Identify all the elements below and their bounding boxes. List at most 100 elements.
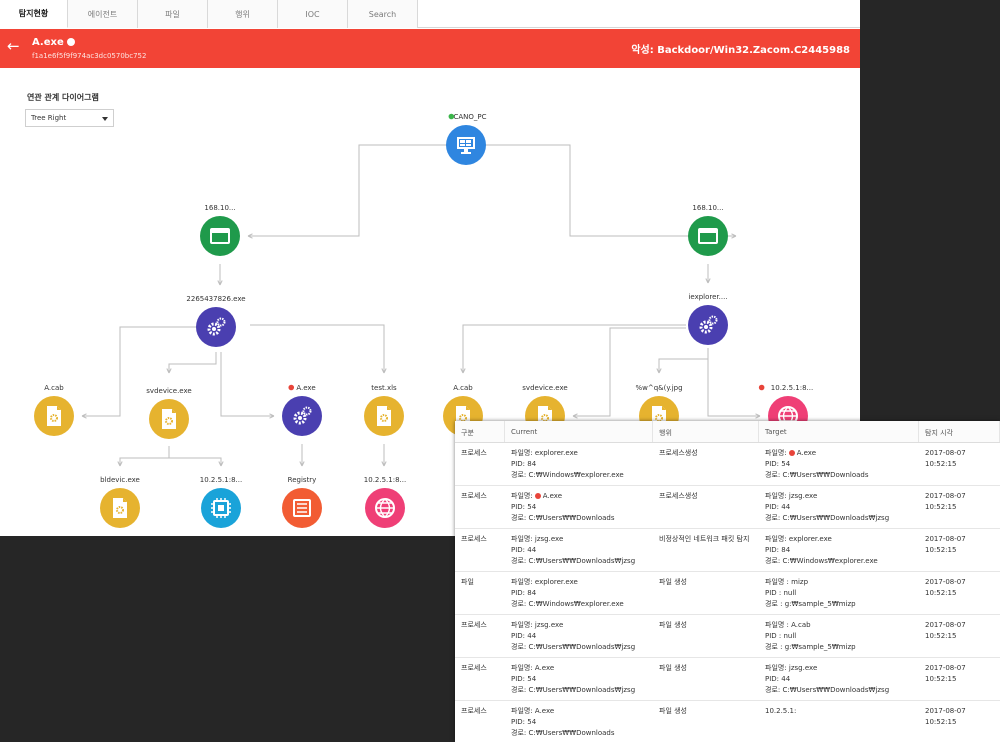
file-gear-icon bbox=[47, 406, 61, 426]
column-header-action[interactable]: 행위 bbox=[653, 421, 759, 442]
cell-current: 파일명: A.exe PID: 54 경로: C:₩Users₩₩Downloads bbox=[505, 486, 653, 528]
cell-action: 프로세스생성 bbox=[659, 492, 698, 500]
node-label: Registry bbox=[288, 476, 317, 484]
back-arrow-icon[interactable]: ← bbox=[7, 37, 20, 55]
cell-line: 파일명: jzsg.exe bbox=[511, 535, 564, 543]
tab-file[interactable]: 파일 bbox=[138, 0, 208, 28]
cell-line: PID: 54 bbox=[765, 460, 791, 468]
node-label: 168.10... bbox=[204, 204, 235, 212]
table-row[interactable]: 프로세스 파일명: A.exe PID: 54 경로: C:₩Users₩₩Downlo… bbox=[455, 486, 1000, 529]
tab-ioc[interactable]: IOC bbox=[278, 0, 348, 28]
table-row[interactable]: 파일 파일명: explorer.exe PID: 84 경로: C:₩Windows… bbox=[455, 572, 1000, 615]
diagram-node-f1[interactable] bbox=[34, 396, 74, 436]
cell-time: 2017-08-07 10:52:15 bbox=[925, 664, 966, 683]
file-gear-icon bbox=[113, 498, 127, 518]
node-label: A.cab bbox=[453, 384, 473, 392]
cell-line: PID: 44 bbox=[765, 675, 791, 683]
node-circle[interactable] bbox=[688, 216, 728, 256]
diagram-node-c1[interactable] bbox=[201, 488, 241, 528]
cell-line: 파일명: A.exe bbox=[511, 707, 555, 715]
cell-current: 파일명: explorer.exe PID: 84 경로: C:₩Windows₩e… bbox=[505, 443, 653, 485]
status-dot-icon bbox=[758, 384, 765, 391]
cell-line: 파일명: jzsg.exe bbox=[511, 621, 564, 629]
cell-line-value: A.exe bbox=[542, 492, 562, 500]
cell-line: PID: 54 bbox=[511, 718, 537, 726]
diagram-edge bbox=[462, 324, 686, 373]
tab-search[interactable]: Search bbox=[348, 0, 418, 28]
tab-detection[interactable]: 탐지현황 bbox=[0, 0, 68, 28]
cell-line: PID: 84 bbox=[511, 460, 537, 468]
cell-line: PID: 84 bbox=[511, 589, 537, 597]
diagram-node-f3[interactable] bbox=[364, 396, 404, 436]
node-circle[interactable] bbox=[196, 307, 236, 347]
malicious-dot-icon bbox=[534, 493, 541, 499]
cell-current: 파일명: jzsg.exe PID: 44 경로: C:₩Users₩₩Downlo… bbox=[505, 529, 653, 571]
node-circle[interactable] bbox=[282, 396, 322, 436]
cell-time: 2017-08-07 10:52:15 bbox=[925, 707, 966, 726]
cell-time: 2017-08-07 10:52:15 bbox=[925, 621, 966, 640]
cell-type: 프로세스 bbox=[461, 707, 487, 715]
cell-current: 파일명: jzsg.exe PID: 44 경로: C:₩Users₩₩Downlo… bbox=[505, 615, 653, 657]
cell-current: 파일명: explorer.exe PID: 84 경로: C:₩Windows₩e… bbox=[505, 572, 653, 614]
diagram-node-f2[interactable] bbox=[149, 399, 189, 439]
cell-line: PID: 44 bbox=[765, 503, 791, 511]
diagram-node-pc[interactable] bbox=[446, 125, 486, 165]
column-header-target[interactable]: Target bbox=[759, 421, 919, 442]
cell-line: 경로 : g:₩sample_5₩mizp bbox=[765, 600, 856, 608]
cell-line: PID: 54 bbox=[511, 675, 537, 683]
cell-line: 파일명: explorer.exe bbox=[511, 449, 578, 457]
cell-line: 파일명: A.exe bbox=[511, 664, 555, 672]
table-row[interactable]: 프로세스 파일명: A.exe PID: 54 경로: C:₩Users₩₩Downl… bbox=[455, 658, 1000, 701]
cell-line: 파일명: A.exe bbox=[511, 491, 647, 502]
cell-line: PID : null bbox=[765, 632, 797, 640]
node-circle[interactable] bbox=[688, 305, 728, 345]
diagram-node-w2[interactable] bbox=[688, 216, 728, 256]
cell-type: 파일 bbox=[461, 578, 474, 586]
cell-line-label: 파일명: bbox=[511, 492, 533, 500]
node-label: test.xls bbox=[371, 384, 397, 392]
diagram-node-w1[interactable] bbox=[200, 216, 240, 256]
cell-line: 파일명 : A.cab bbox=[765, 621, 811, 629]
node-label: %w^q&(y.jpg bbox=[635, 384, 682, 392]
status-dot-icon bbox=[288, 384, 295, 391]
node-label: bldevic.exe bbox=[100, 476, 140, 484]
tab-bar: 탐지현황 에이전트 파일 행위 IOC Search bbox=[0, 0, 860, 28]
column-header-type[interactable]: 구분 bbox=[455, 421, 505, 442]
table-row[interactable]: 프로세스 파일명: jzsg.exe PID: 44 경로: C:₩Users₩₩Do… bbox=[455, 615, 1000, 658]
node-label: 2265437826.exe bbox=[186, 295, 245, 303]
cell-line: PID: 44 bbox=[511, 546, 537, 554]
tab-behavior[interactable]: 행위 bbox=[208, 0, 278, 28]
detail-header: ← A.exe f1a1e6f5f9f974ac3dc0570bc752 악성:… bbox=[0, 29, 860, 68]
node-circle[interactable] bbox=[200, 216, 240, 256]
diagram-node-r1[interactable] bbox=[282, 488, 322, 528]
diagram-edge bbox=[220, 352, 274, 417]
diagram-node-n2[interactable] bbox=[365, 488, 405, 528]
column-header-time[interactable]: 탐지 시각 bbox=[919, 421, 1000, 442]
column-header-current[interactable]: Current bbox=[505, 421, 653, 442]
cell-line: 경로: C:₩Windows₩explorer.exe bbox=[765, 557, 878, 565]
diagram-node-p3[interactable] bbox=[282, 396, 322, 436]
table-body: 프로세스 파일명: explorer.exe PID: 84 경로: C:₩Windo… bbox=[455, 443, 1000, 742]
tab-agent[interactable]: 에이전트 bbox=[68, 0, 138, 28]
table-row[interactable]: 프로세스 파일명: A.exe PID: 54 경로: C:₩Users₩₩Downl… bbox=[455, 701, 1000, 742]
table-row[interactable]: 프로세스 파일명: explorer.exe PID: 84 경로: C:₩Windo… bbox=[455, 443, 1000, 486]
diagram-node-p1[interactable] bbox=[196, 307, 236, 347]
cell-line: 경로: C:₩Users₩₩Downloads₩jzsg bbox=[511, 686, 636, 694]
cell-line-label: 파일명: bbox=[765, 449, 787, 457]
cell-action: 파일 생성 bbox=[659, 664, 687, 672]
cell-line: 파일명: explorer.exe bbox=[765, 535, 832, 543]
chip-icon bbox=[211, 498, 231, 518]
cell-time: 2017-08-07 10:52:15 bbox=[925, 578, 966, 597]
diagram-node-f7[interactable] bbox=[100, 488, 140, 528]
cell-current: 파일명: A.exe PID: 54 경로: C:₩Users₩₩Downloads bbox=[505, 701, 653, 742]
cell-type: 프로세스 bbox=[461, 664, 487, 672]
cell-type: 프로세스 bbox=[461, 449, 487, 457]
cell-line: 파일명: explorer.exe bbox=[511, 578, 578, 586]
diagram-edge bbox=[119, 446, 170, 466]
cell-line: 경로: C:₩Users₩₩Downloads₩jzsg bbox=[765, 514, 890, 522]
cell-action: 파일 생성 bbox=[659, 578, 687, 586]
cell-action: 파일 생성 bbox=[659, 707, 687, 715]
node-label: CANO_PC bbox=[453, 113, 486, 121]
table-row[interactable]: 프로세스 파일명: jzsg.exe PID: 44 경로: C:₩Users₩₩Do… bbox=[455, 529, 1000, 572]
diagram-node-p2[interactable] bbox=[688, 305, 728, 345]
